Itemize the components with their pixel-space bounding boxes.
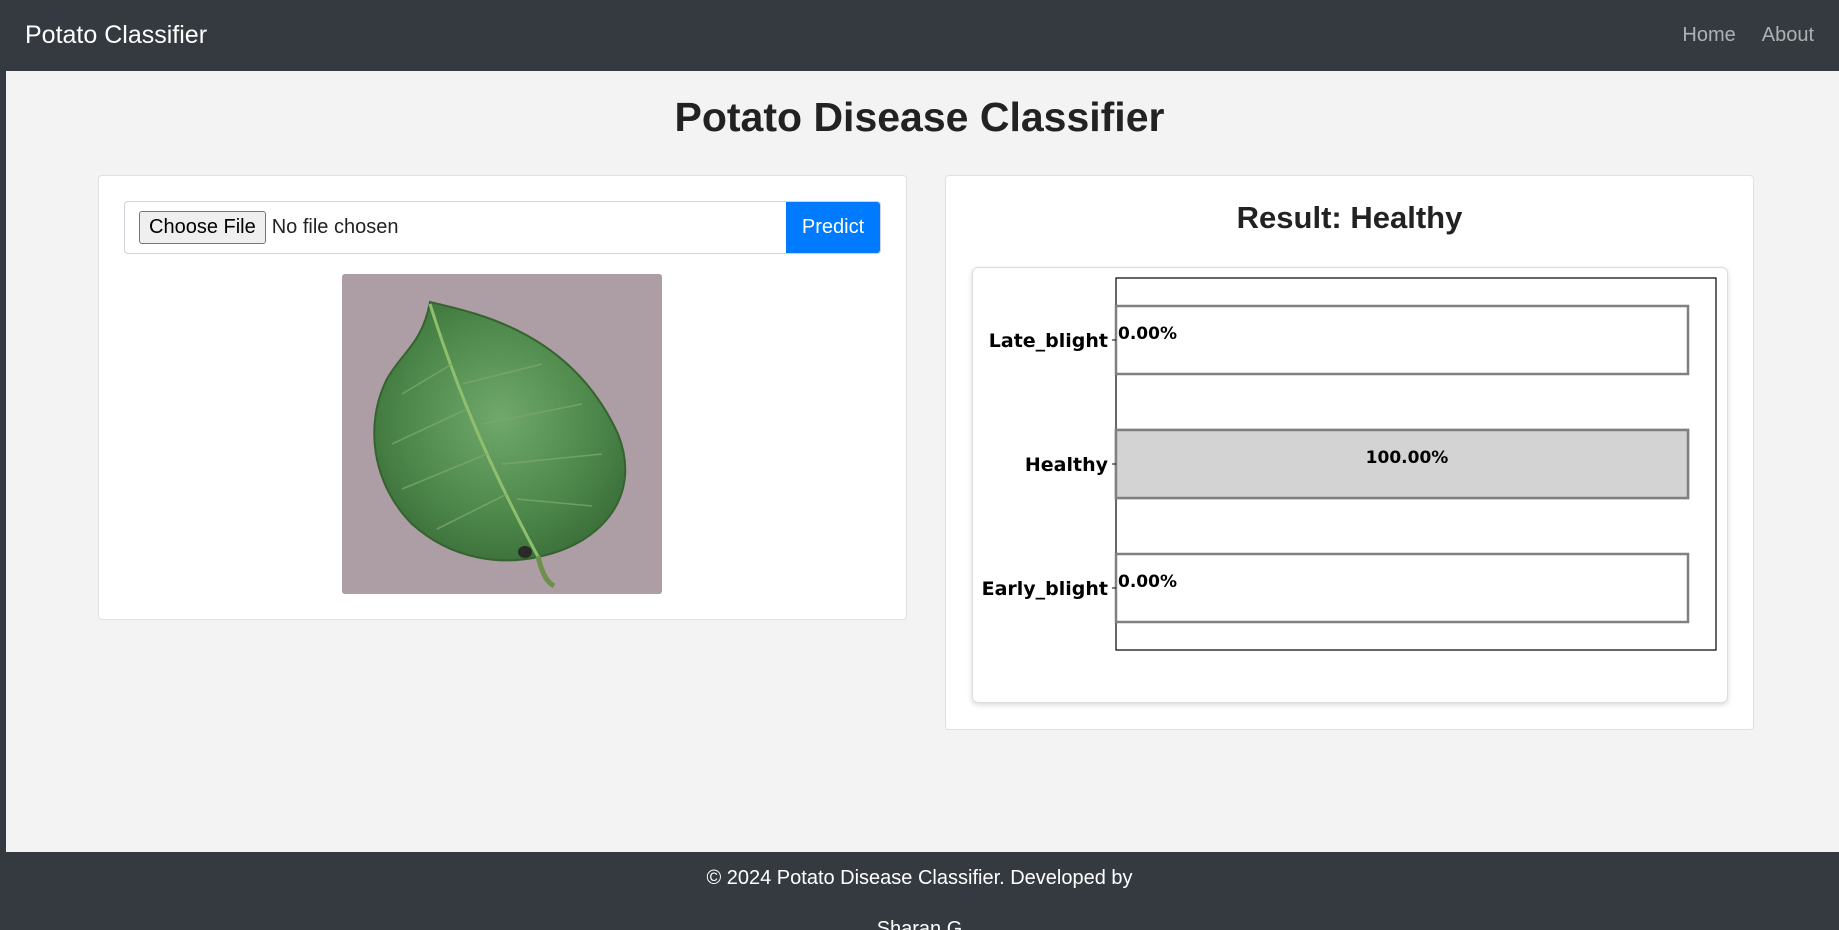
- result-title: Result: Healthy: [1236, 200, 1463, 235]
- choose-file-button[interactable]: Choose File: [139, 211, 266, 244]
- nav-link-about[interactable]: About: [1762, 24, 1814, 47]
- chart-bar: [1114, 304, 1690, 376]
- predict-button[interactable]: Predict: [786, 202, 880, 253]
- file-status-text: No file chosen: [271, 216, 399, 238]
- chart-data-label: 0.00%: [1118, 572, 1177, 592]
- upload-form: Choose File No file chosen Predict: [124, 201, 881, 254]
- nav-link-home[interactable]: Home: [1682, 24, 1735, 47]
- upload-card: Choose File No file chosen Predict: [98, 175, 907, 620]
- brand-link[interactable]: Potato Classifier: [25, 21, 207, 50]
- page-title: Potato Disease Classifier: [674, 94, 1165, 140]
- chart-data-label: 100.00%: [1366, 448, 1449, 468]
- footer-copyright: © 2024 Potato Disease Classifier. Develo…: [706, 867, 1133, 889]
- chart-bar: [1114, 552, 1690, 624]
- chart-y-tick-label: Late_blight: [989, 330, 1108, 352]
- navbar: Potato Classifier Home About: [0, 0, 1839, 71]
- prediction-chart: Late_blight 0.00% Healthy 100.00% Early_blig…: [972, 267, 1728, 703]
- chart-y-tick-label: Healthy: [1025, 454, 1109, 476]
- chart-y-tick-label: Early_blight: [982, 578, 1108, 600]
- footer-developer: Sharan G: [876, 918, 963, 930]
- nav-links: Home About: [1682, 24, 1814, 47]
- uploaded-leaf-image: [342, 274, 662, 594]
- result-card: Result: Healthy Late_blight 0.00% Healthy 1…: [945, 175, 1754, 730]
- file-input[interactable]: Choose File No file chosen: [125, 202, 786, 253]
- footer: © 2024 Potato Disease Classifier. Develo…: [0, 852, 1839, 930]
- prediction-chart-svg: Late_blight 0.00% Healthy 100.00% Early_blig…: [982, 277, 1717, 651]
- chart-data-label: 0.00%: [1118, 324, 1177, 344]
